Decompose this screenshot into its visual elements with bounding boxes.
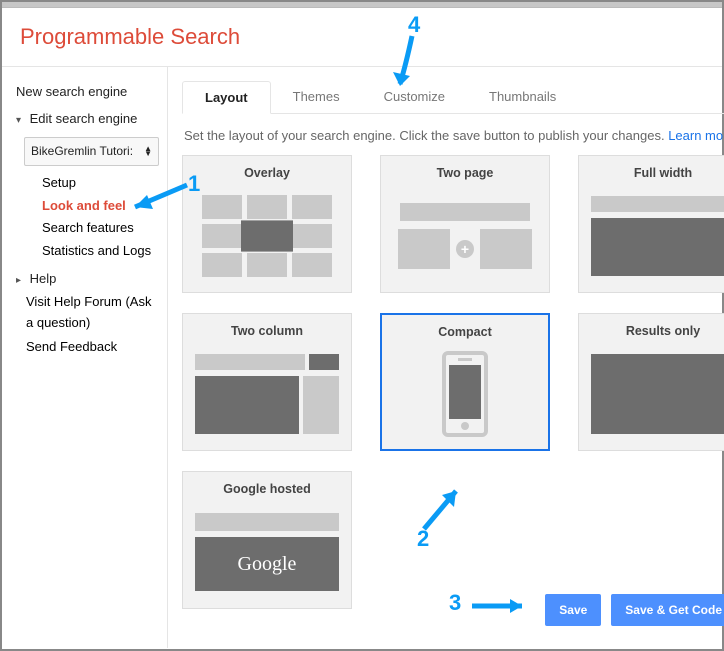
layout-card-results-only[interactable]: Results only bbox=[578, 313, 724, 451]
google-hosted-preview: Google bbox=[191, 504, 343, 600]
sidebar-edit-engine[interactable]: Edit search engine bbox=[16, 106, 159, 133]
sidebar-item-statistics[interactable]: Statistics and Logs bbox=[42, 240, 159, 263]
engine-select-value: BikeGremlin Tutori: bbox=[31, 142, 133, 161]
results-only-preview bbox=[587, 346, 724, 442]
tab-thumbnails[interactable]: Thumbnails bbox=[467, 81, 578, 113]
save-button[interactable]: Save bbox=[545, 594, 601, 626]
sidebar-help[interactable]: Help bbox=[16, 269, 159, 290]
layout-card-google-hosted[interactable]: Google hosted Google bbox=[182, 471, 352, 609]
tab-customize[interactable]: Customize bbox=[362, 81, 467, 113]
tab-layout[interactable]: Layout bbox=[182, 81, 271, 114]
compact-preview bbox=[390, 347, 540, 441]
app-header: Programmable Search bbox=[2, 8, 722, 67]
sidebar-item-search-features[interactable]: Search features bbox=[42, 217, 159, 240]
layout-card-overlay[interactable]: Overlay bbox=[182, 155, 352, 293]
sidebar-send-feedback[interactable]: Send Feedback bbox=[26, 337, 159, 358]
full-width-preview bbox=[587, 188, 724, 284]
layout-description: Set the layout of your search engine. Cl… bbox=[182, 114, 724, 155]
overlay-preview bbox=[191, 188, 343, 284]
two-column-preview bbox=[191, 346, 343, 442]
layout-cards: Overlay Two page bbox=[182, 155, 724, 609]
sidebar-visit-forum[interactable]: Visit Help Forum (Ask a question) bbox=[26, 292, 159, 334]
engine-select[interactable]: BikeGremlin Tutori: ▲▼ bbox=[24, 137, 159, 166]
tab-themes[interactable]: Themes bbox=[271, 81, 362, 113]
plus-icon: + bbox=[456, 240, 474, 258]
google-logo: Google bbox=[195, 537, 339, 591]
app-frame: Programmable Search New search engine Ed… bbox=[0, 0, 724, 651]
sidebar: New search engine Edit search engine Bik… bbox=[2, 67, 167, 648]
layout-card-two-page[interactable]: Two page + bbox=[380, 155, 550, 293]
two-page-preview: + bbox=[389, 188, 541, 284]
sidebar-item-setup[interactable]: Setup bbox=[42, 172, 159, 195]
save-get-code-button[interactable]: Save & Get Code bbox=[611, 594, 724, 626]
layout-card-two-column[interactable]: Two column bbox=[182, 313, 352, 451]
layout-card-full-width[interactable]: Full width bbox=[578, 155, 724, 293]
layout-card-compact[interactable]: Compact bbox=[380, 313, 550, 451]
app-title: Programmable Search bbox=[20, 24, 722, 50]
sidebar-new-engine[interactable]: New search engine bbox=[16, 79, 159, 106]
sidebar-item-look-and-feel[interactable]: Look and feel bbox=[42, 195, 159, 218]
learn-more-link[interactable]: Learn mo bbox=[668, 128, 723, 143]
tabs: Layout Themes Customize Thumbnails bbox=[182, 81, 724, 114]
phone-icon bbox=[442, 351, 488, 437]
sort-icon: ▲▼ bbox=[144, 146, 152, 156]
main-panel: Layout Themes Customize Thumbnails Set t… bbox=[167, 67, 724, 648]
